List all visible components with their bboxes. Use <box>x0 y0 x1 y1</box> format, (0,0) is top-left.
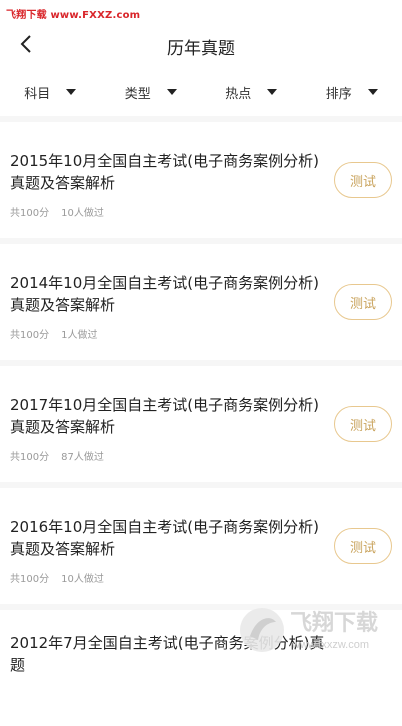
exam-score: 共100分 <box>10 204 49 219</box>
list-item[interactable]: 2016年10月全国自主考试(电子商务案例分析)真题及答案解析 共100分 10… <box>0 488 402 610</box>
exam-title: 2016年10月全国自主考试(电子商务案例分析)真题及答案解析 <box>10 516 328 560</box>
exam-meta: 共100分 87人做过 <box>10 448 104 463</box>
exam-score: 共100分 <box>10 326 49 341</box>
filter-label: 热点 <box>225 83 251 102</box>
exam-done-count: 87人做过 <box>61 448 104 463</box>
exam-title: 2014年10月全国自主考试(电子商务案例分析)真题及答案解析 <box>10 272 328 316</box>
list-item[interactable]: 2017年10月全国自主考试(电子商务案例分析)真题及答案解析 共100分 87… <box>0 366 402 488</box>
filter-label: 科目 <box>24 83 50 102</box>
watermark-text: 飞翔下载 www.FXXZ.com <box>6 6 140 21</box>
exam-title: 2012年7月全国自主考试(电子商务案例分析)真题 <box>10 632 328 676</box>
exam-meta: 共100分 1人做过 <box>10 326 97 341</box>
exam-title: 2015年10月全国自主考试(电子商务案例分析)真题及答案解析 <box>10 150 328 194</box>
filter-sort[interactable]: 排序 <box>302 76 402 108</box>
exam-meta: 共100分 10人做过 <box>10 204 104 219</box>
test-button[interactable]: 测试 <box>334 284 392 320</box>
filter-subject[interactable]: 科目 <box>0 76 101 108</box>
exam-done-count: 1人做过 <box>61 326 97 341</box>
exam-list: 2015年10月全国自主考试(电子商务案例分析)真题及答案解析 共100分 10… <box>0 122 402 726</box>
list-item[interactable]: 2014年10月全国自主考试(电子商务案例分析)真题及答案解析 共100分 1人… <box>0 244 402 366</box>
caret-down-icon <box>368 89 378 95</box>
list-item[interactable]: 2012年7月全国自主考试(电子商务案例分析)真题 <box>0 610 402 726</box>
test-button[interactable]: 测试 <box>334 406 392 442</box>
filter-hot[interactable]: 热点 <box>201 76 302 108</box>
test-button[interactable]: 测试 <box>334 162 392 198</box>
test-button[interactable]: 测试 <box>334 528 392 564</box>
exam-done-count: 10人做过 <box>61 570 104 585</box>
exam-title: 2017年10月全国自主考试(电子商务案例分析)真题及答案解析 <box>10 394 328 438</box>
exam-meta: 共100分 10人做过 <box>10 570 104 585</box>
list-item[interactable]: 2015年10月全国自主考试(电子商务案例分析)真题及答案解析 共100分 10… <box>0 122 402 244</box>
exam-score: 共100分 <box>10 570 49 585</box>
caret-down-icon <box>66 89 76 95</box>
caret-down-icon <box>167 89 177 95</box>
page-title: 历年真题 <box>0 34 402 59</box>
filter-bar: 科目 类型 热点 排序 <box>0 76 402 108</box>
caret-down-icon <box>267 89 277 95</box>
exam-score: 共100分 <box>10 448 49 463</box>
exam-done-count: 10人做过 <box>61 204 104 219</box>
filter-label: 类型 <box>125 83 151 102</box>
filter-label: 排序 <box>326 83 352 102</box>
filter-type[interactable]: 类型 <box>101 76 202 108</box>
app-header: 历年真题 <box>0 24 402 70</box>
